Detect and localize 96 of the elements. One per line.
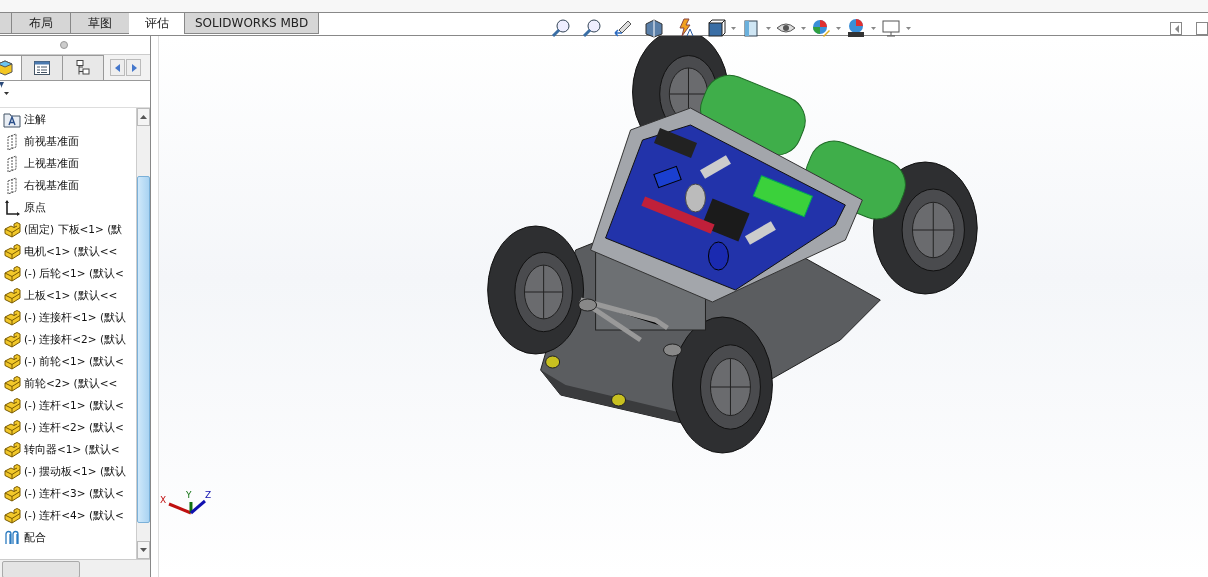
part-icon	[3, 507, 21, 525]
tree-item-label: (-) 前轮<1> (默认<	[24, 355, 124, 369]
z-axis-label: Z	[204, 490, 212, 500]
tree-item-label: (-) 连杆<2> (默认<	[24, 421, 124, 435]
axis-triad-icon	[168, 499, 206, 515]
color-ball-pencil-icon[interactable]	[811, 18, 831, 38]
tree-item[interactable]: 配合	[0, 527, 136, 549]
paperclip-icon	[3, 529, 21, 547]
tree-item-label: 原点	[24, 201, 46, 215]
scrollbar-thumb[interactable]	[137, 176, 150, 523]
y-axis-label: Y	[185, 490, 192, 500]
shaded-box-icon[interactable]	[741, 18, 761, 38]
tree-item-label: (-) 摆动板<1> (默认	[24, 465, 127, 479]
panel-grip-icon[interactable]	[60, 41, 68, 49]
color-ball-scene-icon[interactable]	[846, 18, 866, 38]
command-tab[interactable]: 布局	[11, 12, 71, 34]
part-icon	[3, 309, 21, 327]
x-axis-label: X	[160, 495, 167, 505]
caret-icon[interactable]	[731, 26, 736, 30]
tree-item-label: 前轮<2> (默认<<	[24, 377, 118, 391]
part-icon	[3, 397, 21, 415]
origin-axes-icon	[3, 199, 21, 217]
tree-item-label: (-) 连杆<1> (默认<	[24, 399, 124, 413]
vertical-scrollbar[interactable]	[136, 108, 150, 559]
panel-toggle-icon[interactable]	[1196, 22, 1208, 35]
tree-item[interactable]: (-) 连杆<4> (默认<	[0, 505, 136, 527]
part-icon	[3, 265, 21, 283]
tree-item[interactable]: (-) 摆动板<1> (默认	[0, 461, 136, 483]
tree-item-label: (-) 连杆<3> (默认<	[24, 487, 124, 501]
scroll-up-icon[interactable]	[140, 115, 147, 119]
tree-item-label: 前视基准面	[24, 135, 79, 149]
tree-item-label: 配合	[24, 531, 46, 545]
horizontal-scrollbar[interactable]	[0, 559, 150, 577]
annotation-folder-icon	[3, 112, 21, 128]
scroll-right-icon[interactable]	[126, 59, 141, 76]
tree-item-label: 电机<1> (默认<<	[24, 245, 118, 259]
tree-item[interactable]: (-) 连杆<3> (默认<	[0, 483, 136, 505]
tree-item-label: 转向器<1> (默认<	[24, 443, 120, 457]
cube-icon	[0, 59, 14, 77]
caret-icon[interactable]	[871, 26, 876, 30]
tree-item[interactable]: 原点	[0, 197, 136, 219]
tree-item[interactable]: 前视基准面	[0, 131, 136, 153]
part-icon	[3, 221, 21, 239]
caret-icon[interactable]	[906, 26, 911, 30]
part-icon	[3, 419, 21, 437]
tree-item[interactable]: (-) 连杆<2> (默认<	[0, 417, 136, 439]
part-icon	[3, 331, 21, 349]
collapse-panel-icon[interactable]	[1170, 22, 1182, 35]
list-icon	[33, 59, 51, 77]
view-cube-icon[interactable]	[706, 18, 726, 38]
tree-structure-icon	[74, 59, 92, 77]
scroll-left-icon[interactable]	[110, 59, 125, 76]
tree-item-label: 上板<1> (默认<<	[24, 289, 118, 303]
tree-item-label: (-) 后轮<1> (默认<	[24, 267, 124, 281]
tree-item-label: (固定) 下板<1> (默	[24, 223, 123, 237]
caret-icon[interactable]	[836, 26, 841, 30]
tree-item-label: (-) 连接杆<2> (默认	[24, 333, 127, 347]
tree-item-label: 注解	[24, 113, 46, 127]
tree-item[interactable]: 上视基准面	[0, 153, 136, 175]
filter-icon[interactable]	[0, 81, 10, 95]
part-icon	[3, 463, 21, 481]
camera-arrow-icon[interactable]	[613, 18, 633, 38]
tree-item[interactable]: 右视基准面	[0, 175, 136, 197]
part-icon	[3, 485, 21, 503]
command-tab[interactable]: SOLIDWORKS MBD	[184, 12, 320, 34]
caret-icon[interactable]	[766, 26, 771, 30]
command-tab[interactable]	[0, 12, 12, 34]
magnifier-icon[interactable]	[551, 18, 571, 38]
tree-item[interactable]: (固定) 下板<1> (默	[0, 219, 136, 241]
tree-item[interactable]: (-) 连接杆<2> (默认	[0, 329, 136, 351]
magnifier-frame-icon[interactable]	[582, 18, 602, 38]
tree-item[interactable]: 电机<1> (默认<<	[0, 241, 136, 263]
panel-tab[interactable]	[21, 55, 63, 80]
part-icon	[3, 287, 21, 305]
tree-item[interactable]: (-) 连接杆<1> (默认	[0, 307, 136, 329]
tree-item-label: (-) 连接杆<1> (默认	[24, 311, 127, 325]
part-icon	[3, 353, 21, 371]
tree-item-label: 上视基准面	[24, 157, 79, 171]
caret-icon[interactable]	[801, 26, 806, 30]
tree-item[interactable]: 注解	[0, 109, 136, 131]
panel-tab[interactable]	[62, 55, 104, 80]
tree-item[interactable]: 上板<1> (默认<<	[0, 285, 136, 307]
tree-item[interactable]: (-) 连杆<1> (默认<	[0, 395, 136, 417]
scroll-down-icon[interactable]	[140, 548, 147, 552]
part-icon	[3, 441, 21, 459]
tree-item[interactable]: (-) 后轮<1> (默认<	[0, 263, 136, 285]
command-tab[interactable]: 草图	[70, 12, 130, 34]
part-icon	[3, 375, 21, 393]
monitor-icon[interactable]	[881, 18, 901, 38]
tree-item-label: 右视基准面	[24, 179, 79, 193]
tree-item-label: (-) 连杆<4> (默认<	[24, 509, 124, 523]
tree-item[interactable]: 前轮<2> (默认<<	[0, 373, 136, 395]
tree-item[interactable]: 转向器<1> (默认<	[0, 439, 136, 461]
tree-item[interactable]: (-) 前轮<1> (默认<	[0, 351, 136, 373]
section-cube-icon[interactable]	[644, 18, 664, 38]
part-icon	[3, 243, 21, 261]
